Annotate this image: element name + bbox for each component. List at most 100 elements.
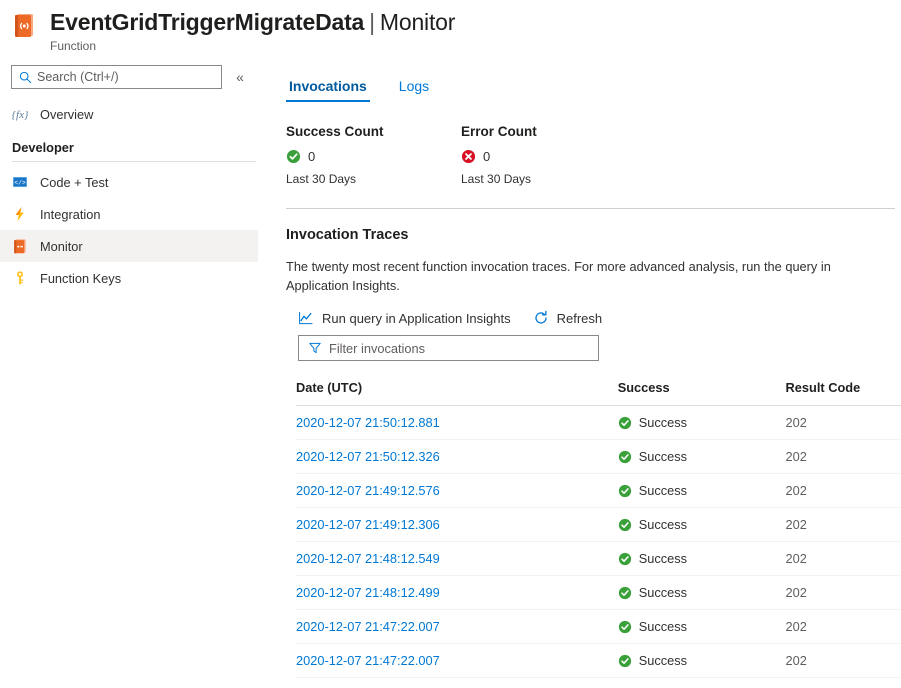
- refresh-button[interactable]: Refresh: [533, 310, 603, 326]
- chevron-double-left-icon[interactable]: «: [231, 67, 249, 87]
- tab-bar: Invocations Logs: [285, 78, 901, 102]
- invocation-date-link[interactable]: 2020-12-07 21:48:12.499: [296, 585, 440, 600]
- sidebar-item-label: Integration: [40, 207, 100, 222]
- column-header-result-code[interactable]: Result Code: [786, 380, 901, 406]
- metric-title: Success Count: [286, 124, 461, 139]
- cell-success: Success: [618, 508, 786, 542]
- cell-date: 2020-12-07 21:50:12.326: [296, 440, 618, 474]
- key-icon: [12, 270, 28, 286]
- metric-value: 0: [308, 149, 315, 164]
- table-row[interactable]: 2020-12-07 21:47:22.007Success202909: [296, 644, 901, 678]
- search-input[interactable]: [37, 70, 197, 84]
- sidebar-item-overview[interactable]: {fx} Overview: [0, 98, 275, 130]
- success-label: Success: [639, 449, 687, 464]
- sidebar-nav-list: {fx} Overview Developer </> Code + Test: [0, 98, 275, 294]
- tab-invocations[interactable]: Invocations: [286, 78, 370, 102]
- success-check-circle-icon: [618, 518, 632, 532]
- invocation-date-link[interactable]: 2020-12-07 21:48:12.549: [296, 551, 440, 566]
- sidebar-item-label: Code + Test: [40, 175, 108, 190]
- svg-text:</>: </>: [14, 180, 26, 187]
- invocation-date-link[interactable]: 2020-12-07 21:50:12.326: [296, 449, 440, 464]
- column-header-success[interactable]: Success: [618, 380, 786, 406]
- cell-success: Success: [618, 610, 786, 644]
- table-body: 2020-12-07 21:50:12.881Success202112020-…: [296, 406, 901, 678]
- run-query-button[interactable]: Run query in Application Insights: [298, 310, 511, 326]
- metric-subtitle: Last 30 Days: [461, 172, 636, 186]
- main-content: Invocations Logs Success Count 0 Last 30…: [275, 60, 901, 688]
- cell-date: 2020-12-07 21:50:12.881: [296, 406, 618, 440]
- cell-result-code: 202: [786, 542, 901, 576]
- tab-logs[interactable]: Logs: [396, 78, 432, 102]
- sidebar-item-monitor[interactable]: Monitor: [0, 230, 258, 262]
- cell-date: 2020-12-07 21:47:22.007: [296, 610, 618, 644]
- table-row[interactable]: 2020-12-07 21:50:12.881Success20211: [296, 406, 901, 440]
- cell-success: Success: [618, 474, 786, 508]
- success-check-circle-icon: [618, 552, 632, 566]
- cell-result-code: 202: [786, 576, 901, 610]
- table-row[interactable]: 2020-12-07 21:49:12.576Success2027: [296, 474, 901, 508]
- cell-success: Success: [618, 644, 786, 678]
- search-icon: [19, 71, 32, 84]
- body-wrapper: « {fx} Overview Developer </>: [0, 60, 901, 688]
- success-check-circle-icon: [286, 149, 301, 164]
- cell-success: Success: [618, 406, 786, 440]
- error-x-circle-icon: [461, 149, 476, 164]
- invocation-date-link[interactable]: 2020-12-07 21:50:12.881: [296, 415, 440, 430]
- section-divider: [286, 208, 895, 209]
- cell-success: Success: [618, 440, 786, 474]
- resource-name: EventGridTriggerMigrateData: [50, 9, 364, 35]
- sidebar-item-function-keys[interactable]: Function Keys: [0, 262, 275, 294]
- cell-result-code: 202: [786, 474, 901, 508]
- sidebar-divider: [12, 161, 256, 162]
- metric-value: 0: [483, 149, 490, 164]
- cell-result-code: 202: [786, 644, 901, 678]
- success-check-circle-icon: [618, 484, 632, 498]
- search-box[interactable]: [11, 65, 222, 89]
- cell-date: 2020-12-07 21:49:12.576: [296, 474, 618, 508]
- page-header: EventGridTriggerMigrateData|Monitor Func…: [0, 0, 901, 60]
- table-row[interactable]: 2020-12-07 21:49:12.306Success20211: [296, 508, 901, 542]
- table-row[interactable]: 2020-12-07 21:50:12.326Success2027: [296, 440, 901, 474]
- sidebar-item-integration[interactable]: Integration: [0, 198, 275, 230]
- invocation-date-link[interactable]: 2020-12-07 21:47:22.007: [296, 619, 440, 634]
- section-description: The twenty most recent function invocati…: [286, 257, 886, 295]
- metric-success-count: Success Count 0 Last 30 Days: [286, 124, 461, 186]
- invocation-date-link[interactable]: 2020-12-07 21:47:22.007: [296, 653, 440, 668]
- line-chart-icon: [298, 310, 314, 326]
- sidebar-search-row: «: [0, 65, 275, 89]
- refresh-label: Refresh: [557, 311, 603, 326]
- invocation-date-link[interactable]: 2020-12-07 21:49:12.576: [296, 483, 440, 498]
- table-row[interactable]: 2020-12-07 21:47:22.007Success202902: [296, 610, 901, 644]
- filter-invocations-box[interactable]: [298, 335, 599, 361]
- cell-date: 2020-12-07 21:49:12.306: [296, 508, 618, 542]
- column-header-date[interactable]: Date (UTC): [296, 380, 618, 406]
- cell-result-code: 202: [786, 508, 901, 542]
- success-check-circle-icon: [618, 450, 632, 464]
- success-label: Success: [639, 415, 687, 430]
- success-check-circle-icon: [618, 586, 632, 600]
- command-bar: Run query in Application Insights Refres…: [298, 310, 901, 326]
- refresh-icon: [533, 310, 549, 326]
- cell-success: Success: [618, 576, 786, 610]
- cell-result-code: 202: [786, 440, 901, 474]
- cell-result-code: 202: [786, 406, 901, 440]
- success-label: Success: [639, 585, 687, 600]
- success-label: Success: [639, 551, 687, 566]
- page-scope: Monitor: [380, 9, 455, 35]
- success-label: Success: [639, 517, 687, 532]
- metric-title: Error Count: [461, 124, 636, 139]
- metric-error-count: Error Count 0 Last 30 Days: [461, 124, 636, 186]
- invocation-date-link[interactable]: 2020-12-07 21:49:12.306: [296, 517, 440, 532]
- filter-invocations-input[interactable]: [329, 341, 569, 356]
- metric-value-row: 0: [461, 149, 636, 164]
- table-row[interactable]: 2020-12-07 21:48:12.499Success20216: [296, 576, 901, 610]
- table-row[interactable]: 2020-12-07 21:48:12.549Success2025: [296, 542, 901, 576]
- section-title-invocation-traces: Invocation Traces: [286, 227, 901, 243]
- cell-date: 2020-12-07 21:48:12.549: [296, 542, 618, 576]
- sidebar-item-code-test[interactable]: </> Code + Test: [0, 166, 275, 198]
- code-brackets-icon: </>: [12, 174, 28, 190]
- success-check-circle-icon: [618, 620, 632, 634]
- success-label: Success: [639, 653, 687, 668]
- invocation-traces-table: Date (UTC) Success Result Code Duration …: [296, 380, 901, 678]
- lightning-bolt-icon: [12, 206, 28, 222]
